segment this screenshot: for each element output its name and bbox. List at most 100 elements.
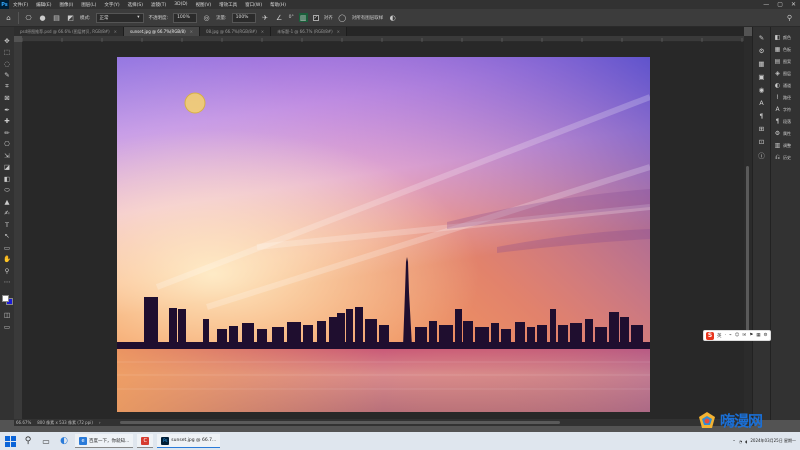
tool-icon[interactable]: ✋ xyxy=(3,255,12,264)
tool-icon[interactable]: ⚲ xyxy=(3,266,12,275)
menu-item[interactable]: 帮助(H) xyxy=(266,2,290,8)
tool-icon[interactable]: ⬭ xyxy=(3,186,12,195)
tray-chevron-icon[interactable]: ⌃ xyxy=(732,439,735,444)
panel-item[interactable]: A 字符 xyxy=(771,105,800,114)
tool-icon[interactable]: ⬚ xyxy=(3,48,12,57)
task-view-icon[interactable]: ▭ xyxy=(39,434,53,448)
taskbar-search-icon[interactable]: ⚲ xyxy=(21,434,35,448)
ime-toolbar[interactable]: S 英 · ⌁ ☺ ✉ ⚑ ▦ ⚙ xyxy=(703,330,771,341)
tool-icon[interactable]: ▭ xyxy=(3,243,12,252)
mail-icon[interactable]: ✉ xyxy=(742,333,746,338)
microphone-icon[interactable]: ⌁ xyxy=(729,333,732,338)
panel-icon[interactable]: ▦ xyxy=(757,59,766,68)
panel-icon[interactable]: A xyxy=(757,98,766,107)
pressure-size-icon[interactable]: ▥ xyxy=(298,13,308,22)
vertical-ruler[interactable] xyxy=(14,42,22,419)
panel-icon[interactable]: ⊡ xyxy=(757,137,766,146)
quick-mask-icon[interactable]: ◫ xyxy=(3,311,12,320)
tab-untitled[interactable]: 未标题-1 @ 66.7% (RGB/8#) × xyxy=(271,27,348,36)
start-button[interactable] xyxy=(3,434,17,448)
clone-stamp-icon[interactable]: ⎔ xyxy=(24,13,33,22)
tray-date[interactable]: 2024年03月25日 星期一 xyxy=(750,438,796,444)
angle-value[interactable]: 0° xyxy=(289,15,294,20)
foreground-color-swatch[interactable] xyxy=(1,295,9,302)
tool-icon[interactable]: ⇲ xyxy=(3,151,12,160)
close-icon[interactable]: × xyxy=(261,29,264,34)
sample-icon[interactable]: ◯ xyxy=(338,13,347,22)
panel-item[interactable]: ▤ 图案 xyxy=(771,57,800,66)
tab-psd[interactable]: psd原图推荐.psd @ 66.6% (图层拷贝, RGB/8#) × xyxy=(14,27,125,36)
sunset-image[interactable] xyxy=(117,57,650,412)
tool-icon[interactable]: ⎔ xyxy=(3,140,12,149)
flow-input[interactable]: 100% xyxy=(231,12,256,23)
emoji-icon[interactable]: ☺ xyxy=(735,333,740,338)
taskbar-app-browser[interactable]: e 百度一下，你就知... xyxy=(75,434,134,448)
tool-icon[interactable]: ◪ xyxy=(3,163,12,172)
panel-item[interactable]: ◈ 图层 xyxy=(771,69,800,78)
menu-item[interactable]: 编辑(E) xyxy=(32,2,55,8)
clone-source-icon[interactable]: ◩ xyxy=(66,13,75,22)
panel-icon[interactable]: ⓘ xyxy=(757,150,766,160)
punctuation-icon[interactable]: · xyxy=(725,333,726,338)
brush-settings-icon[interactable]: ▤ xyxy=(52,13,61,22)
tool-icon[interactable]: ◧ xyxy=(3,174,12,183)
tool-icon[interactable]: ↖ xyxy=(3,232,12,241)
color-swatches[interactable] xyxy=(1,295,13,305)
volume-icon[interactable]: ◖ xyxy=(745,439,747,444)
maximize-button[interactable]: ▢ xyxy=(777,1,783,8)
tab-sunset[interactable]: sunset.jpg @ 66.7%(RGB/8) × xyxy=(124,27,200,36)
panel-item[interactable]: ⎌ 历史 xyxy=(771,153,800,162)
tool-icon[interactable]: ⋯ xyxy=(3,278,12,287)
panel-icon[interactable]: ¶ xyxy=(757,111,766,120)
menu-item[interactable]: 窗口(W) xyxy=(241,2,266,8)
airbrush-icon[interactable]: ✈ xyxy=(261,13,270,22)
screen-mode-icon[interactable]: ▭ xyxy=(3,322,12,331)
panel-item[interactable]: ¶ 段落 xyxy=(771,117,800,126)
menu-item[interactable]: 视图(V) xyxy=(192,2,216,8)
tool-icon[interactable]: ✍ xyxy=(3,209,12,218)
menu-item[interactable]: 滤镜(T) xyxy=(147,2,170,8)
tab-08[interactable]: 08.jpg @ 66.7%(RGB/8#) × xyxy=(200,27,272,36)
mode-select[interactable]: 正常 ▾ xyxy=(95,12,144,23)
menu-item[interactable]: 选择(S) xyxy=(124,2,147,8)
document-info[interactable]: 800 像素 x 533 像素 (72 ppi) xyxy=(37,420,93,426)
tool-icon[interactable]: ✏ xyxy=(3,128,12,137)
tool-icon[interactable]: T xyxy=(3,220,12,229)
ignore-adjust-icon[interactable]: ◐ xyxy=(388,13,397,22)
menu-item[interactable]: 文件(F) xyxy=(9,2,32,8)
skin-icon[interactable]: ⚑ xyxy=(749,333,753,338)
tool-icon[interactable]: ✒ xyxy=(3,105,12,114)
tool-icon[interactable]: ✥ xyxy=(3,36,12,45)
chevron-right-icon[interactable]: › xyxy=(99,420,101,425)
menu-item[interactable]: 文字(Y) xyxy=(100,2,123,8)
panel-icon[interactable]: ⚙ xyxy=(757,46,766,55)
panel-item[interactable]: ⌇ 路径 xyxy=(771,93,800,102)
tool-icon[interactable]: ⌗ xyxy=(3,82,12,91)
menu-item[interactable]: 增效工具 xyxy=(215,2,241,8)
zoom-level[interactable]: 66.67% xyxy=(16,420,31,425)
home-icon[interactable]: ⌂ xyxy=(4,13,13,22)
tool-icon[interactable]: ⊠ xyxy=(3,94,12,103)
tool-icon[interactable]: ✚ xyxy=(3,117,12,126)
menu-item[interactable]: 图像(I) xyxy=(55,2,77,8)
pressure-opacity-icon[interactable]: ◎ xyxy=(202,13,211,22)
panel-icon[interactable]: ⊞ xyxy=(757,124,766,133)
close-icon[interactable]: × xyxy=(190,29,193,34)
vertical-scrollbar[interactable] xyxy=(744,36,752,419)
panel-item[interactable]: ◧ 颜色 xyxy=(771,33,800,42)
menu-item[interactable]: 图层(L) xyxy=(77,2,100,8)
ime-language[interactable]: 英 xyxy=(717,333,722,339)
align-checkbox[interactable]: ✓ xyxy=(312,14,319,21)
minimize-button[interactable]: — xyxy=(763,1,769,8)
horizontal-scrollbar[interactable] xyxy=(120,421,560,424)
scroll-thumb[interactable] xyxy=(746,166,749,336)
search-icon[interactable]: ⚲ xyxy=(785,13,794,22)
panel-icon[interactable]: ▣ xyxy=(757,72,766,81)
tool-icon[interactable]: ◌ xyxy=(3,59,12,68)
close-icon[interactable]: × xyxy=(114,29,117,34)
brush-preset-icon[interactable]: ● xyxy=(38,13,47,22)
panel-icon[interactable]: ✎ xyxy=(757,33,766,42)
close-button[interactable]: ✕ xyxy=(791,1,796,8)
panel-item[interactable]: ▦ 色板 xyxy=(771,45,800,54)
keyboard-icon[interactable]: ▦ xyxy=(756,333,760,338)
